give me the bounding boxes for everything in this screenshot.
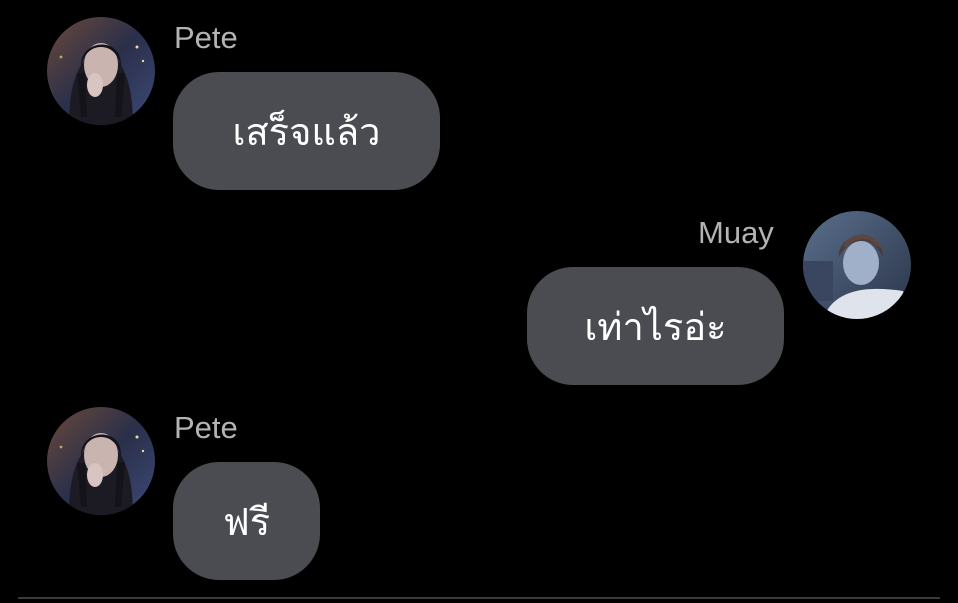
pete-avatar[interactable] [47, 17, 155, 125]
message-bubble[interactable]: เท่าไรอ่ะ [527, 267, 784, 385]
sender-name: Pete [174, 410, 238, 445]
sender-name: Muay [698, 215, 774, 250]
sender-name: Pete [174, 20, 238, 55]
message-bubble[interactable]: เสร็จแล้ว [173, 72, 440, 190]
divider [18, 597, 940, 599]
pete-avatar[interactable] [47, 407, 155, 515]
chat-thread: Pete เสร็จแล้ว Muay เท่าไรอ่ะ Pete ฟรี [0, 0, 958, 603]
muay-avatar[interactable] [803, 211, 911, 319]
message-bubble[interactable]: ฟรี [173, 462, 320, 580]
